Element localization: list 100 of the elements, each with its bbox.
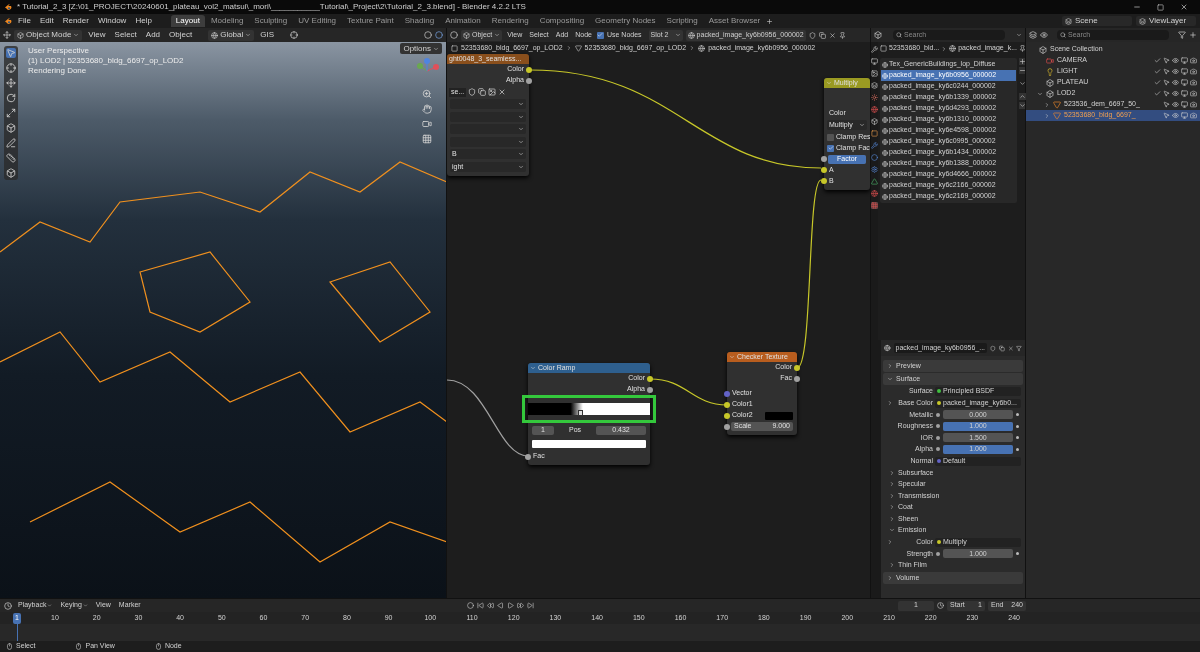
workspace-tab[interactable]: Modeling [205, 15, 249, 27]
socket-icon[interactable] [647, 386, 653, 393]
socket-icon[interactable] [647, 375, 653, 382]
add-icon[interactable] [766, 17, 774, 25]
play-reverse-icon[interactable] [496, 602, 504, 609]
checkbox[interactable] [827, 133, 834, 141]
camera-icon[interactable] [1190, 57, 1197, 64]
filter-icon[interactable] [1178, 31, 1186, 39]
workspace-tab[interactable]: Animation [440, 15, 486, 27]
jump-end-icon[interactable] [526, 602, 534, 609]
next-keyframe-icon[interactable] [516, 602, 524, 609]
workspace-tab[interactable]: Geometry Nodes [590, 15, 661, 27]
move-down-icon[interactable] [1019, 102, 1026, 109]
socket-icon[interactable] [526, 66, 532, 73]
close-icon[interactable] [498, 88, 507, 96]
options-dropdown[interactable]: Options [400, 43, 442, 54]
tool-tab-icon[interactable] [871, 46, 878, 53]
checkbox-icon[interactable] [1154, 68, 1161, 75]
collection-tab-icon[interactable] [871, 118, 878, 125]
grid-icon[interactable] [422, 134, 432, 144]
expand-icon[interactable] [887, 400, 893, 406]
hand-icon[interactable] [422, 104, 432, 114]
transform-dropdown[interactable]: Global [208, 29, 255, 41]
chevron-icon[interactable] [1019, 80, 1026, 87]
render-tab-icon[interactable] [871, 58, 878, 65]
zoom-icon[interactable] [422, 89, 432, 99]
workspace-tab[interactable]: Sculpting [249, 15, 293, 27]
jump-start-icon[interactable] [476, 602, 484, 609]
play-icon[interactable] [506, 602, 514, 609]
socket-icon[interactable] [821, 178, 827, 184]
add-icon[interactable] [1019, 58, 1026, 65]
view-layer-field[interactable]: ViewLayer [1136, 16, 1196, 26]
eye-icon[interactable] [1172, 68, 1179, 75]
measure-tool-icon[interactable] [6, 153, 16, 163]
shading-rendered-icon[interactable] [435, 31, 443, 39]
eye-icon[interactable] [1172, 101, 1179, 108]
mode-dropdown[interactable]: Object Mode [14, 29, 83, 41]
scale-tool-icon[interactable] [6, 108, 16, 118]
scene-field[interactable]: Scene [1062, 16, 1132, 26]
workspace-tab[interactable]: Rendering [486, 15, 534, 27]
camera-icon[interactable] [1190, 90, 1197, 97]
copy-icon[interactable] [998, 344, 1005, 352]
object-tab-icon[interactable] [871, 130, 878, 137]
gis-menu[interactable]: GIS [257, 29, 278, 41]
chevron-icon[interactable] [1016, 32, 1022, 38]
close-icon[interactable] [828, 31, 836, 39]
camera-icon[interactable] [1190, 68, 1197, 75]
expand-icon[interactable] [887, 539, 893, 545]
display-mode-icon[interactable] [1040, 31, 1048, 39]
monitor-icon[interactable] [1181, 68, 1188, 75]
cursor-tool-icon[interactable] [6, 63, 16, 73]
material-icon[interactable] [884, 344, 891, 352]
transform-tool-icon[interactable] [6, 123, 16, 133]
workspace-tab[interactable]: Asset Browser [703, 15, 766, 27]
clock-icon[interactable] [937, 602, 944, 609]
eye-icon[interactable] [1172, 79, 1179, 86]
checkbox-icon[interactable] [1154, 57, 1161, 64]
world-tab-icon[interactable] [871, 106, 878, 113]
menu-item[interactable]: File [14, 15, 35, 27]
annotate-tool-icon[interactable] [6, 138, 16, 148]
editor-type-icon[interactable] [1029, 31, 1037, 39]
workspace-tab[interactable]: Compositing [534, 15, 590, 27]
add-cube-tool-icon[interactable] [6, 168, 16, 178]
select-tool-icon[interactable] [6, 48, 16, 58]
monitor-icon[interactable] [1181, 112, 1188, 119]
menu-item[interactable]: Select [111, 29, 140, 41]
checkbox[interactable] [596, 31, 604, 39]
editor-type-icon[interactable] [450, 31, 458, 39]
camera-icon[interactable] [1190, 112, 1197, 119]
menu-item[interactable]: Edit [35, 15, 58, 27]
expand-icon[interactable] [1044, 101, 1050, 108]
color-ramp-bar[interactable] [528, 403, 650, 415]
socket-icon[interactable] [525, 453, 531, 460]
monitor-icon[interactable] [1181, 79, 1188, 86]
ramp-stop-handle[interactable] [578, 410, 584, 416]
material-tab-icon[interactable] [871, 190, 878, 197]
checkbox-icon[interactable] [1154, 90, 1161, 97]
color-swatch[interactable] [765, 411, 793, 420]
modifier-tab-icon[interactable] [871, 142, 878, 149]
eye-icon[interactable] [1172, 112, 1179, 119]
maximize-icon[interactable] [1157, 3, 1164, 11]
socket-icon[interactable] [724, 412, 730, 419]
monitor-icon[interactable] [1181, 57, 1188, 64]
workspace-tab[interactable]: UV Editing [293, 15, 342, 27]
checkbox[interactable] [827, 144, 834, 152]
color-swatch[interactable] [532, 440, 646, 448]
menu-item[interactable]: Help [131, 15, 156, 27]
workspace-tab[interactable]: Scripting [661, 15, 703, 27]
record-icon[interactable] [466, 602, 474, 609]
eye-icon[interactable] [1172, 90, 1179, 97]
expand-icon[interactable] [1037, 90, 1043, 97]
fake-user-icon[interactable] [468, 88, 477, 96]
output-tab-icon[interactable] [871, 70, 878, 77]
socket-icon[interactable] [526, 77, 532, 84]
camera-view-icon[interactable] [422, 119, 432, 129]
menu-item[interactable]: Object [166, 29, 196, 41]
menu-item[interactable]: View [85, 29, 109, 41]
socket-icon[interactable] [794, 364, 800, 371]
socket-icon[interactable] [724, 401, 730, 408]
socket-icon[interactable] [821, 167, 827, 173]
